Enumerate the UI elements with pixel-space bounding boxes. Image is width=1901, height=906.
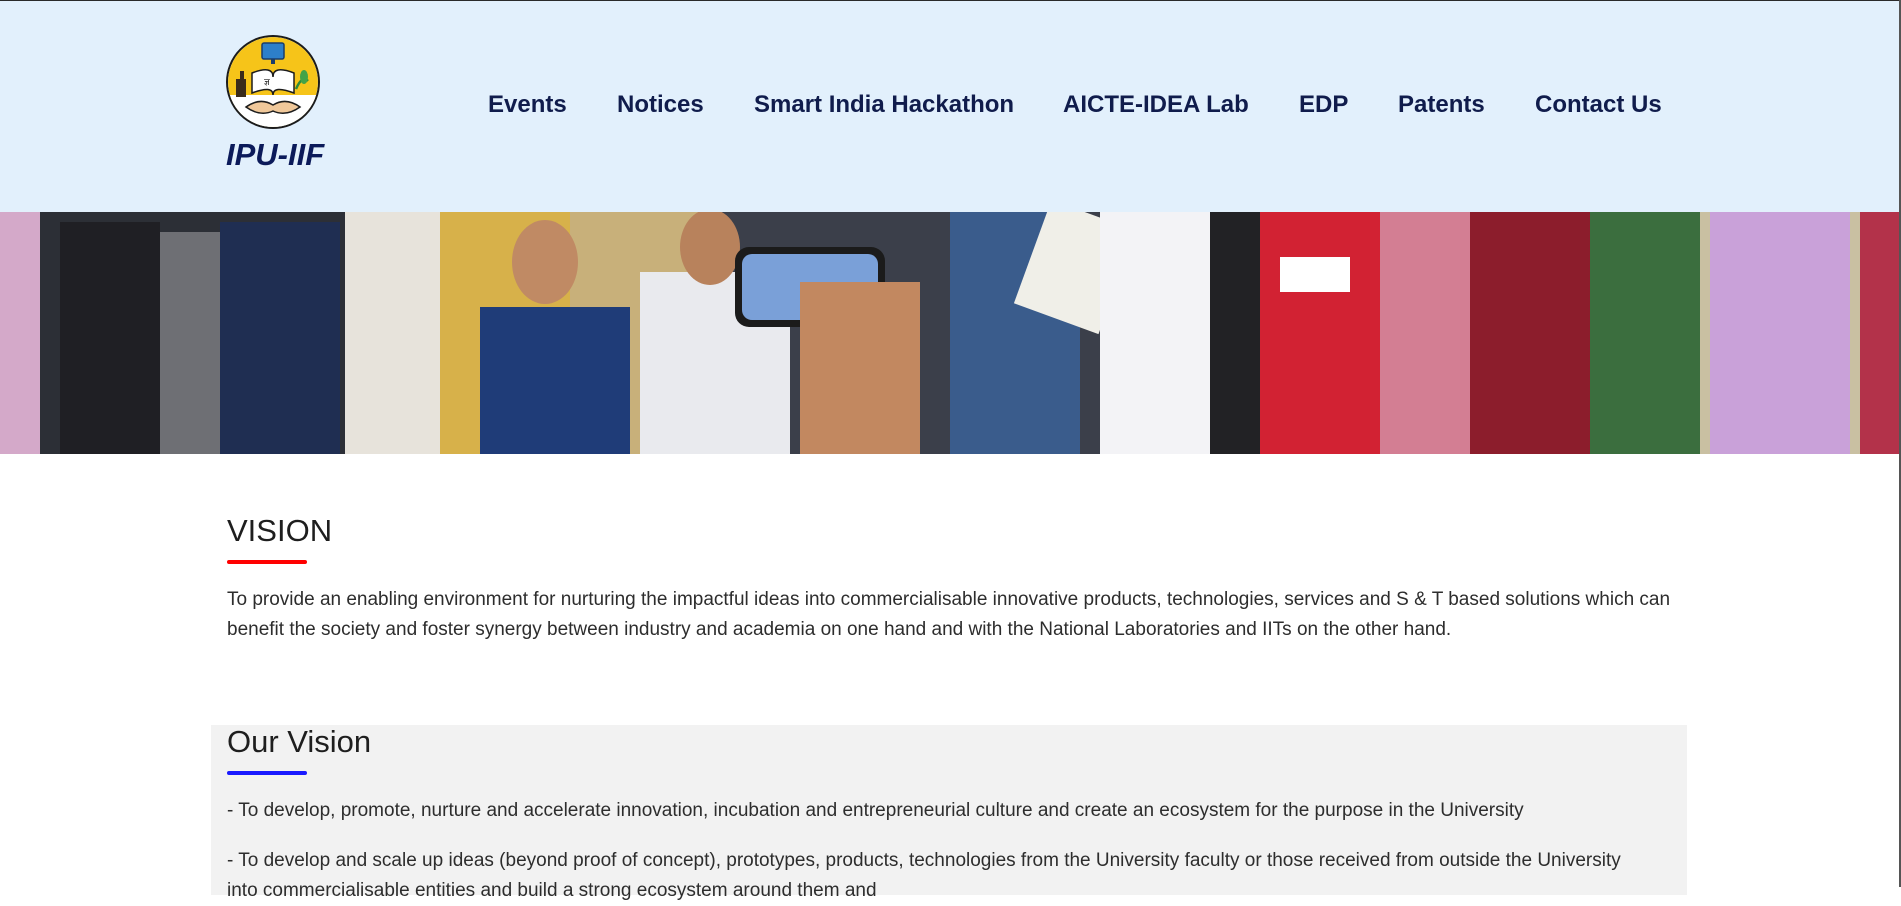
our-vision-title: Our Vision	[227, 724, 372, 759]
logo-script-text: ज्ञ	[264, 78, 270, 88]
our-vision-point-1: - To develop, promote, nurture and accel…	[227, 800, 1524, 821]
vision-underline	[227, 560, 307, 564]
nav-events[interactable]: Events	[488, 91, 567, 119]
nav-patents[interactable]: Patents	[1398, 91, 1485, 119]
brand-name[interactable]: IPU-IIF	[226, 137, 324, 173]
hero-banner-image	[0, 212, 1901, 454]
university-logo-icon[interactable]: ज्ञ	[226, 35, 320, 129]
site-header: ज्ञ IPU-IIF Events Notices Smart India H…	[0, 0, 1901, 212]
nav-notices[interactable]: Notices	[617, 91, 704, 119]
nav-contact-us[interactable]: Contact Us	[1535, 91, 1662, 119]
vision-text: To provide an enabling environment for n…	[227, 589, 1671, 640]
our-vision-underline	[227, 771, 307, 775]
group-photo-image	[0, 212, 1901, 454]
our-vision-point-2: - To develop and scale up ideas (beyond …	[227, 850, 1621, 901]
brand[interactable]: ज्ञ IPU-IIF	[226, 35, 326, 172]
nav-smart-india-hackathon[interactable]: Smart India Hackathon	[754, 91, 1014, 119]
vision-title: VISION	[227, 513, 333, 548]
nav-edp[interactable]: EDP	[1299, 91, 1348, 119]
nav-aicte-idea-lab[interactable]: AICTE-IDEA Lab	[1063, 91, 1249, 119]
